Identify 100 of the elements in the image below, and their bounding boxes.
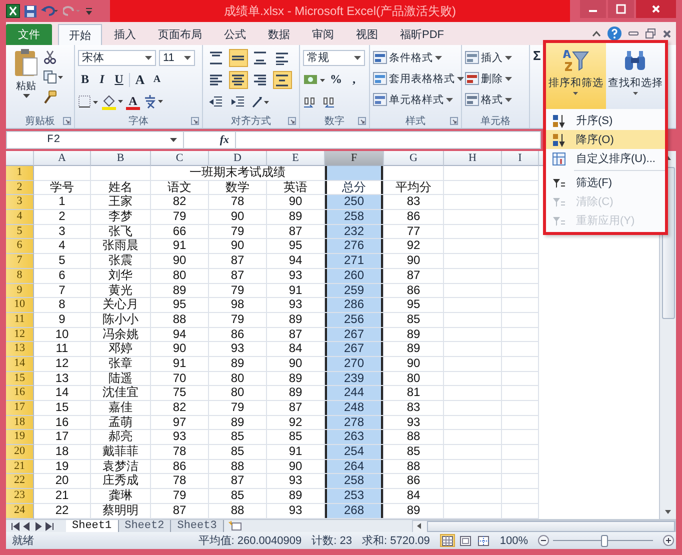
currency-icon[interactable] (303, 72, 325, 86)
sheet-tab[interactable]: Sheet2 (118, 520, 172, 532)
row-header[interactable]: 24 (6, 504, 34, 519)
zoom-in-icon[interactable] (663, 535, 674, 546)
column-header[interactable]: C (151, 151, 209, 166)
alignment-button[interactable] (228, 49, 248, 67)
ribbon-tab[interactable]: 开始 (58, 24, 102, 45)
alignment-button[interactable] (272, 71, 292, 89)
row-header[interactable]: 2 (6, 180, 34, 196)
alignment-button[interactable] (228, 71, 248, 89)
dialog-launcher-icon[interactable] (450, 117, 458, 125)
ribbon-tab[interactable]: 文件 (6, 24, 52, 45)
ribbon-tab[interactable]: 页面布局 (148, 24, 212, 45)
ribbon-tab[interactable]: 视图 (346, 24, 388, 45)
dialog-launcher-icon[interactable] (288, 117, 296, 125)
number-format-dropdown[interactable]: 常规 (303, 50, 365, 66)
row-header[interactable]: 7 (6, 254, 34, 269)
font-style-button[interactable]: B (78, 71, 92, 88)
font-size-dropdown[interactable]: 11 (159, 50, 195, 66)
menu-item[interactable]: 筛选(F) (546, 173, 665, 192)
insert-sheet-icon[interactable] (228, 521, 242, 531)
decrease-indent-icon[interactable] (209, 95, 223, 109)
ribbon-tab[interactable]: 插入 (104, 24, 146, 45)
row-header[interactable]: 21 (6, 460, 34, 474)
text-orientation-icon[interactable] (251, 95, 269, 109)
font-style-button[interactable]: U (112, 71, 126, 88)
row-header[interactable]: 20 (6, 445, 34, 460)
row-header[interactable]: 17 (6, 401, 34, 416)
row-header[interactable]: 22 (6, 474, 34, 490)
ribbon-menu-button[interactable]: 插入 (465, 49, 512, 66)
menu-item[interactable]: 降序(O) (546, 130, 665, 149)
row-header[interactable]: 16 (6, 386, 34, 402)
row-header[interactable]: 9 (6, 284, 34, 298)
dialog-launcher-icon[interactable] (358, 117, 366, 125)
paste-button[interactable]: 粘贴 (9, 48, 43, 114)
ribbon-menu-button[interactable]: 删除 (465, 70, 512, 87)
dialog-launcher-icon[interactable] (191, 117, 199, 125)
number-style-button[interactable]: % (328, 71, 344, 88)
font-color-button[interactable]: A (126, 94, 140, 110)
sheet-tab[interactable]: Sheet3 (171, 520, 224, 532)
row-header[interactable]: 1 (6, 166, 34, 181)
column-header[interactable]: B (91, 151, 151, 166)
autosum-symbol[interactable]: Σ (533, 48, 541, 128)
menu-item[interactable]: 自定义排序(U)... (546, 149, 665, 168)
ribbon-menu-button[interactable]: 格式 (465, 91, 512, 108)
ribbon-tab[interactable]: 数据 (258, 24, 300, 45)
column-header[interactable]: H (444, 151, 502, 166)
close-button[interactable] (636, 0, 676, 18)
view-button[interactable] (476, 534, 491, 547)
row-header[interactable]: 4 (6, 210, 34, 225)
copy-icon[interactable] (43, 70, 63, 84)
format-painter-icon[interactable] (43, 90, 57, 104)
column-header[interactable]: I (502, 151, 539, 166)
ribbon-menu-button[interactable]: 套用表格格式 (373, 70, 464, 87)
zoom-slider-thumb[interactable] (601, 534, 608, 546)
row-header[interactable]: 14 (6, 356, 34, 372)
font-name-dropdown[interactable]: 宋体 (78, 50, 156, 66)
ribbon-tab[interactable]: 审阅 (302, 24, 344, 45)
row-header[interactable]: 15 (6, 372, 34, 386)
close-workbook-icon[interactable] (662, 28, 672, 38)
view-button[interactable] (458, 534, 473, 547)
view-button[interactable] (440, 534, 455, 547)
maximize-button[interactable] (608, 0, 634, 18)
collapse-ribbon-icon[interactable] (592, 30, 601, 37)
save-icon[interactable] (24, 4, 37, 18)
scrollbar-thumb[interactable] (427, 520, 675, 532)
font-style-button[interactable]: I (95, 71, 109, 88)
column-header[interactable]: F (325, 151, 384, 166)
row-header[interactable]: 18 (6, 416, 34, 430)
row-header[interactable]: 6 (6, 239, 34, 254)
font-size-step-button[interactable]: A (150, 71, 164, 88)
column-header[interactable]: A (34, 151, 91, 166)
minimize-button[interactable] (580, 0, 606, 18)
ribbon-menu-button[interactable]: 单元格样式 (373, 91, 464, 108)
ribbon-tab[interactable]: 公式 (214, 24, 256, 45)
menu-item[interactable]: 升序(S) (546, 111, 665, 130)
zoom-level[interactable]: 100% (500, 534, 528, 546)
ribbon-tab[interactable]: 福昕PDF (390, 24, 454, 45)
zoom-out-icon[interactable] (538, 535, 549, 546)
sheet-tab[interactable]: Sheet1 (66, 520, 119, 532)
fill-color-icon[interactable] (101, 94, 123, 110)
restore-workbook-icon[interactable] (645, 28, 656, 39)
number-style-button[interactable]: , (347, 71, 361, 88)
column-header[interactable]: E (267, 151, 325, 166)
horizontal-scrollbar[interactable] (412, 520, 676, 532)
row-header[interactable]: 12 (6, 328, 34, 342)
row-header[interactable]: 5 (6, 224, 34, 240)
ribbon-large-button[interactable]: 排序和筛选 (546, 43, 606, 109)
font-size-step-button[interactable]: A (133, 71, 147, 88)
row-header[interactable]: 19 (6, 430, 34, 446)
phonetic-guide-icon[interactable] (143, 94, 163, 109)
row-header[interactable]: 11 (6, 312, 34, 328)
row-header[interactable]: 13 (6, 342, 34, 357)
column-header[interactable]: G (384, 151, 444, 166)
row-header[interactable]: 8 (6, 268, 34, 284)
borders-icon[interactable] (78, 94, 98, 108)
increase-indent-icon[interactable] (231, 95, 245, 109)
customize-toolbar-icon[interactable] (85, 6, 93, 16)
ribbon-large-button[interactable]: 查找和选择 (606, 43, 665, 109)
row-header[interactable]: 3 (6, 195, 34, 210)
